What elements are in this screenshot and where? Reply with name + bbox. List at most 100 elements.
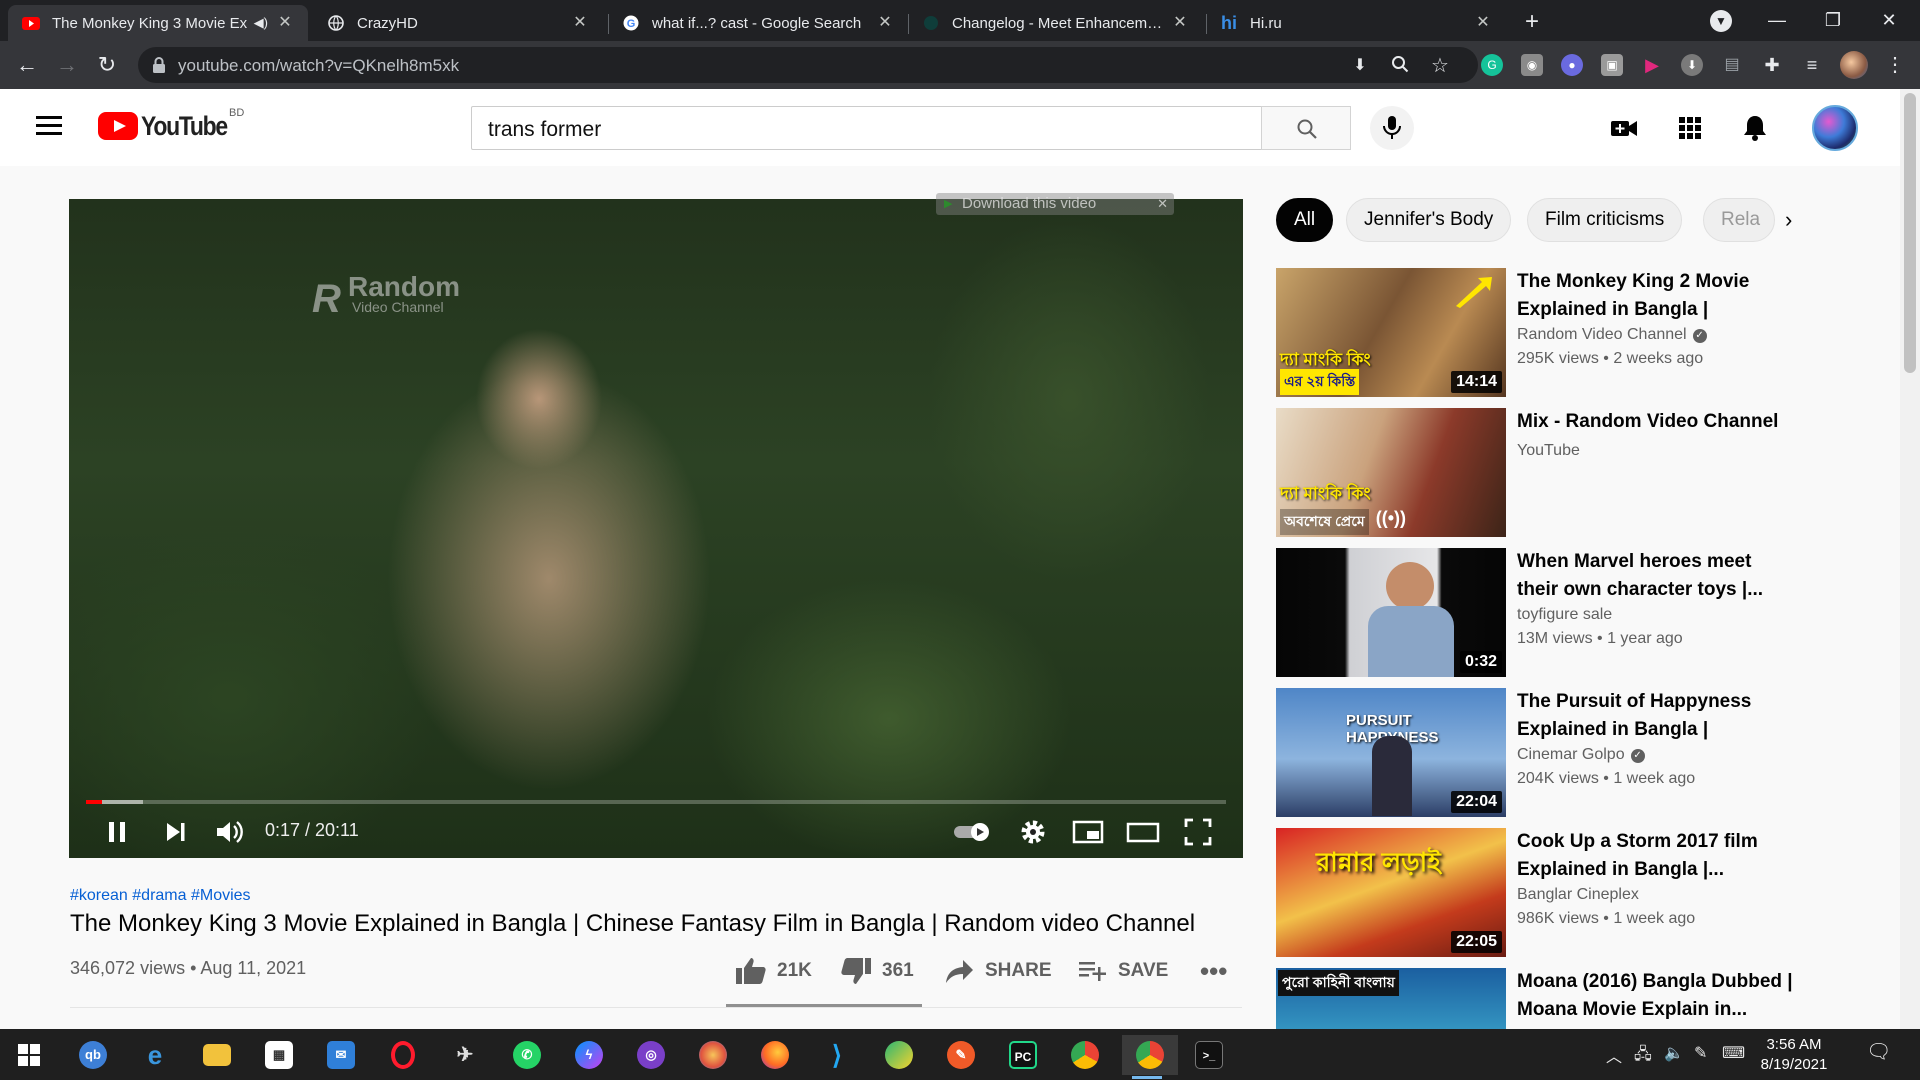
search-button[interactable] xyxy=(1261,106,1351,150)
video-thumbnail[interactable]: PURSUIT HAPPYNESS 22:04 xyxy=(1276,688,1506,817)
grammarly-extension-icon[interactable]: G xyxy=(1481,54,1503,76)
youtube-logo[interactable]: YouTube xyxy=(98,111,242,141)
restore-icon[interactable]: ❐ xyxy=(1810,4,1856,36)
new-tab-button[interactable]: + xyxy=(1517,8,1547,36)
recommendation-channel[interactable]: Cinemar Golpo ✓ xyxy=(1517,746,1645,764)
taskbar-pycharm[interactable]: PC xyxy=(998,1035,1048,1075)
chip-jennifers-body[interactable]: Jennifer's Body xyxy=(1346,198,1512,242)
apps-grid-icon[interactable] xyxy=(1675,113,1705,143)
close-tab-icon[interactable]: ✕ xyxy=(276,14,294,32)
recommendation-title[interactable]: When Marvel heroes meet their own charac… xyxy=(1517,548,1797,604)
share-button[interactable]: SHARE xyxy=(945,955,1052,987)
recommendation-item[interactable]: পুরো কাহিনী বাংলায় Moana (2016) Bangla … xyxy=(1276,968,1796,1029)
chip-all[interactable]: All xyxy=(1276,198,1334,242)
like-button[interactable]: 21K xyxy=(735,955,812,987)
show-hidden-icons-chevron-icon[interactable]: ︿ xyxy=(1606,1043,1622,1067)
fullscreen-icon[interactable] xyxy=(1180,814,1216,850)
recommendation-item[interactable]: দ্যা মাংকি কিং এর ২য় কিস্তি 14:14 The M… xyxy=(1276,268,1796,398)
create-video-icon[interactable] xyxy=(1609,113,1639,143)
recommendation-channel[interactable]: toyfigure sale xyxy=(1517,606,1612,624)
extensions-puzzle-icon[interactable]: ✚ xyxy=(1761,54,1783,76)
minimize-icon[interactable]: — xyxy=(1754,4,1800,36)
download-video-banner[interactable]: Download this video ✕ xyxy=(936,193,1174,215)
video-thumbnail[interactable]: দ্যা মাংকি কিং অবশেষে প্রেমে ((•)) xyxy=(1276,408,1506,537)
taskbar-store[interactable]: ▦ xyxy=(254,1035,304,1075)
user-avatar[interactable] xyxy=(1812,105,1858,151)
notifications-bell-icon[interactable] xyxy=(1740,113,1770,143)
taskbar-chrome[interactable] xyxy=(1122,1035,1178,1079)
taskbar-whatsapp[interactable]: ✆ xyxy=(502,1035,552,1075)
network-icon[interactable]: 🖧 xyxy=(1634,1043,1652,1070)
tab-crazyhd[interactable]: CrazyHD ✕ xyxy=(313,5,603,41)
close-tab-icon[interactable]: ✕ xyxy=(1474,14,1492,32)
theater-mode-icon[interactable] xyxy=(1125,814,1161,850)
taskbar-satellite-app[interactable]: ✈ xyxy=(440,1035,490,1075)
guide-menu-icon[interactable] xyxy=(36,116,62,136)
taskbar-chrome-alt[interactable] xyxy=(1060,1035,1110,1075)
more-actions-icon[interactable]: ••• xyxy=(1200,955,1227,987)
video-thumbnail[interactable]: দ্যা মাংকি কিং এর ২য় কিস্তি 14:14 xyxy=(1276,268,1506,397)
recommendation-title[interactable]: Cook Up a Storm 2017 film Explained in B… xyxy=(1517,828,1797,884)
taskbar-firefox[interactable] xyxy=(750,1035,800,1075)
search-input[interactable]: trans former xyxy=(471,106,1262,150)
miniplayer-icon[interactable] xyxy=(1070,814,1106,850)
taskbar-messenger[interactable]: ϟ xyxy=(564,1035,614,1075)
video-thumbnail[interactable]: 0:32 xyxy=(1276,548,1506,677)
recommendation-channel[interactable]: YouTube xyxy=(1517,442,1580,460)
dislike-button[interactable]: 361 xyxy=(840,955,914,987)
recommendation-item[interactable]: দ্যা মাংকি কিং অবশেষে প্রেমে ((•)) Mix -… xyxy=(1276,408,1796,538)
notifications-center-icon[interactable]: 🗨 xyxy=(1866,1039,1891,1064)
autoplay-toggle[interactable] xyxy=(952,814,996,850)
system-clock[interactable]: 3:56 AM 8/19/2021 xyxy=(1754,1035,1834,1075)
install-app-icon[interactable]: ⬇ xyxy=(1349,55,1371,77)
page-scrollbar[interactable] xyxy=(1900,89,1920,1029)
close-tab-icon[interactable]: ✕ xyxy=(1171,14,1189,32)
close-window-icon[interactable]: ✕ xyxy=(1866,4,1912,36)
taskbar-github[interactable]: ◎ xyxy=(626,1035,676,1075)
recommendation-title[interactable]: The Monkey King 2 Movie Explained in Ban… xyxy=(1517,268,1797,324)
recommendation-item[interactable]: PURSUIT HAPPYNESS 22:04 The Pursuit of H… xyxy=(1276,688,1796,818)
play-extension-icon[interactable]: ▶ xyxy=(1641,54,1663,76)
recommendation-item[interactable]: 0:32 When Marvel heroes meet their own c… xyxy=(1276,548,1796,678)
lock-icon[interactable] xyxy=(150,56,168,74)
save-button[interactable]: SAVE xyxy=(1078,955,1168,987)
tab-hi-ru[interactable]: hi Hi.ru ✕ xyxy=(1206,5,1506,41)
video-thumbnail[interactable]: পুরো কাহিনী বাংলায় xyxy=(1276,968,1506,1029)
taskbar-app-orange[interactable]: ✎ xyxy=(936,1035,986,1075)
bookmark-star-icon[interactable]: ☆ xyxy=(1429,55,1451,77)
tab-youtube[interactable]: The Monkey King 3 Movie Ex ◀︎) ✕ xyxy=(8,5,308,41)
forward-arrow-icon[interactable]: → xyxy=(52,50,82,80)
zoom-icon[interactable] xyxy=(1389,55,1411,77)
video-progress-bar[interactable] xyxy=(86,800,1226,804)
back-arrow-icon[interactable]: ← xyxy=(12,50,42,80)
chevron-right-icon[interactable]: › xyxy=(1785,208,1809,232)
taskbar-qbittorrent[interactable]: qb xyxy=(68,1035,118,1075)
recommendation-channel[interactable]: Banglar Cineplex xyxy=(1517,886,1639,904)
recommendation-title[interactable]: Mix - Random Video Channel xyxy=(1517,408,1797,436)
tab-search-icon[interactable]: ▼ xyxy=(1710,10,1732,32)
taskbar-edge[interactable]: e xyxy=(130,1035,180,1075)
scrollbar-thumb[interactable] xyxy=(1904,93,1916,373)
taskbar-paint[interactable] xyxy=(688,1035,738,1075)
taskbar-vscode[interactable]: ⟩ xyxy=(812,1035,862,1075)
media-control-icon[interactable]: ≡ xyxy=(1801,54,1823,76)
keyboard-tray-icon[interactable]: ⌨ xyxy=(1722,1043,1745,1063)
download-extension-icon[interactable]: ⬇ xyxy=(1681,54,1703,76)
pause-icon[interactable] xyxy=(100,814,136,850)
recommendation-channel[interactable]: Random Video Channel ✓ xyxy=(1517,326,1707,344)
close-tab-icon[interactable]: ✕ xyxy=(876,14,894,32)
recommendation-item[interactable]: রান্নার লড়াই 22:05 Cook Up a Storm 2017… xyxy=(1276,828,1796,958)
reload-icon[interactable]: ↻ xyxy=(92,50,122,80)
volume-icon[interactable] xyxy=(212,814,248,850)
taskbar-opera[interactable] xyxy=(378,1035,428,1075)
close-banner-icon[interactable]: ✕ xyxy=(1157,193,1168,215)
video-player[interactable]: R Random Video Channel xyxy=(69,199,1243,858)
address-bar[interactable]: youtube.com/watch?v=QKnelh8m5xk ⬇ ☆ xyxy=(138,47,1478,83)
speaker-icon[interactable]: ◀︎) xyxy=(254,15,268,31)
tab-google-search[interactable]: G what if...? cast - Google Search ✕ xyxy=(608,5,908,41)
settings-gear-icon[interactable] xyxy=(1015,814,1051,850)
reader-extension-icon[interactable]: ▤ xyxy=(1721,54,1743,76)
video-thumbnail[interactable]: রান্নার লড়াই 22:05 xyxy=(1276,828,1506,957)
voice-search-button[interactable] xyxy=(1370,106,1414,150)
tab-meet-changelog[interactable]: Changelog - Meet Enhancement ✕ xyxy=(908,5,1203,41)
